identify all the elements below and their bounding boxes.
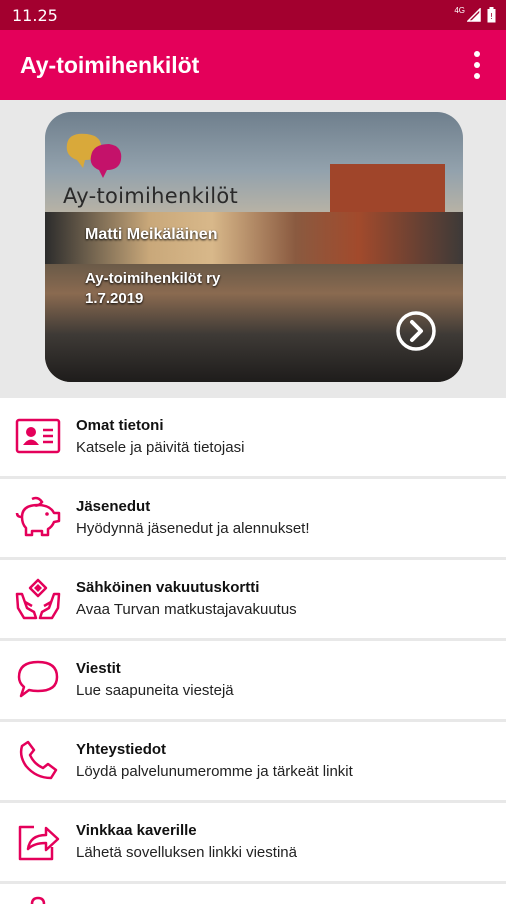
menu-item-subtitle: Lähetä sovelluksen linkki viestinä	[76, 844, 297, 861]
menu-item-yhteystiedot[interactable]: Yhteystiedot Löydä palvelunumeromme ja t…	[0, 722, 506, 800]
menu-item-title: Omat tietoni	[76, 417, 164, 434]
app-title: Ay-toimihenkilöt	[20, 52, 200, 78]
menu-item-subtitle: Katsele ja päivitä tietojasi	[76, 439, 245, 456]
signal-icon	[467, 8, 481, 22]
app-bar: Ay-toimihenkilöt	[0, 30, 506, 100]
svg-text:!: !	[490, 12, 493, 21]
membership-card[interactable]: Ay-toimihenkilöt Matti Meikäläinen Ay-to…	[45, 112, 463, 382]
membership-card-area: Ay-toimihenkilöt Matti Meikäläinen Ay-to…	[0, 100, 506, 398]
partial-icon	[30, 896, 46, 904]
network-label: 4G	[454, 6, 465, 15]
id-card-icon	[15, 418, 61, 454]
menu-item-subtitle: Avaa Turvan matkustajavakuutus	[76, 601, 297, 618]
more-vert-icon[interactable]	[462, 48, 492, 82]
menu-item-subtitle: Löydä palvelunumeromme ja tärkeät linkit	[76, 763, 353, 780]
menu-item-vakuutuskortti[interactable]: Sähköinen vakuutuskortti Avaa Turvan mat…	[0, 560, 506, 638]
piggy-bank-icon	[15, 496, 61, 537]
status-bar: 11.25 4G !	[0, 0, 506, 30]
card-logo-text: Ay-toimihenkilöt	[63, 184, 239, 208]
chevron-right-icon[interactable]	[395, 310, 437, 352]
menu-item-title: Yhteystiedot	[76, 741, 167, 758]
menu-item-title: Jäsenedut	[76, 498, 151, 515]
share-icon	[18, 825, 60, 861]
menu-item-title: Vinkkaa kaverille	[76, 822, 197, 839]
membership-date: 1.7.2019	[85, 290, 144, 307]
union-logo-icon	[66, 133, 122, 178]
menu-item-subtitle: Hyödynnä jäsenedut ja alennukset!	[76, 520, 310, 537]
insurance-hands-icon	[15, 578, 61, 620]
menu-list: Omat tietoni Katsele ja päivitä tietojas…	[0, 398, 506, 904]
status-time: 11.25	[12, 6, 58, 25]
member-name: Matti Meikäläinen	[85, 226, 218, 243]
battery-icon: !	[487, 7, 496, 23]
menu-item-subtitle: Lue saapuneita viestejä	[76, 682, 234, 699]
menu-item-omat-tietoni[interactable]: Omat tietoni Katsele ja päivitä tietojas…	[0, 398, 506, 476]
menu-item-partial[interactable]	[0, 884, 506, 904]
menu-item-viestit[interactable]: Viestit Lue saapuneita viestejä	[0, 641, 506, 719]
menu-item-jasenedut[interactable]: Jäsenedut Hyödynnä jäsenedut ja alennuks…	[0, 479, 506, 557]
menu-item-vinkkaa-kaverille[interactable]: Vinkkaa kaverille Lähetä sovelluksen lin…	[0, 803, 506, 881]
menu-item-title: Viestit	[76, 660, 121, 677]
status-icons: 4G !	[454, 6, 496, 24]
member-organization: Ay-toimihenkilöt ry	[85, 270, 221, 287]
card-background-building	[330, 164, 445, 216]
menu-item-title: Sähköinen vakuutuskortti	[76, 579, 260, 596]
phone-icon	[19, 740, 58, 780]
chat-bubble-icon	[17, 660, 59, 698]
